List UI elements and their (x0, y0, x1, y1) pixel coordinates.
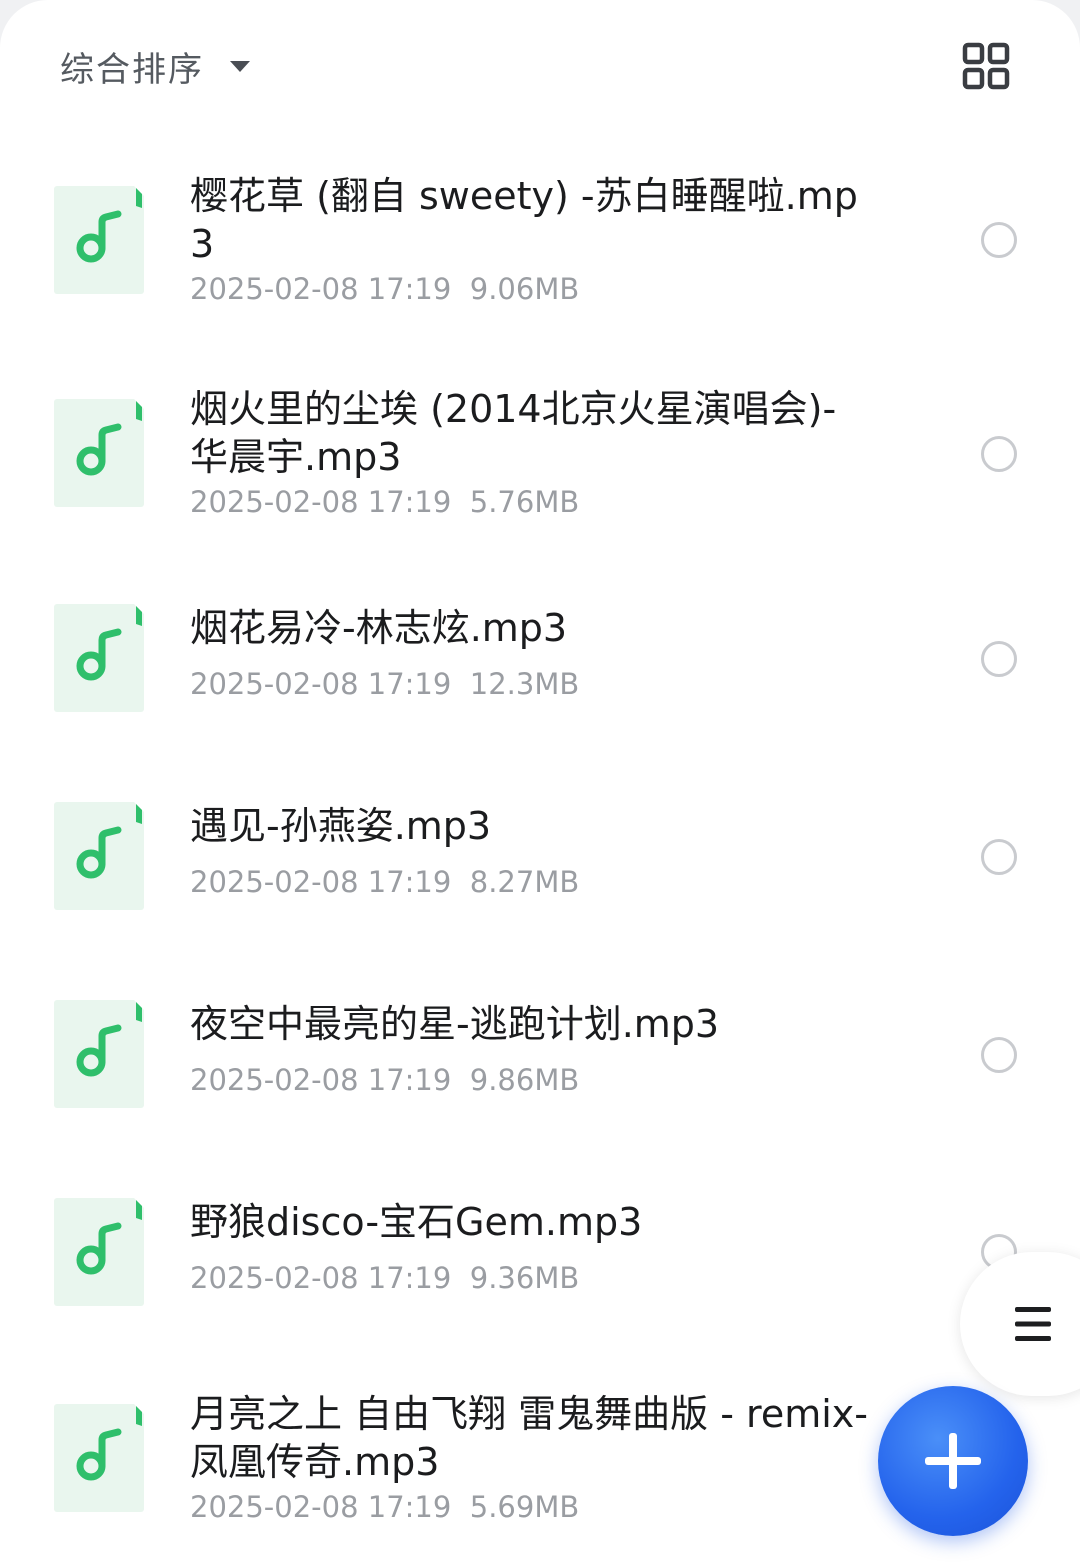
music-file-icon (54, 1000, 144, 1108)
meta-spacer (451, 1490, 469, 1524)
file-date: 2025-02-08 17:19 (190, 865, 452, 899)
select-radio[interactable] (981, 641, 1017, 677)
file-name: 夜空中最亮的星-逃跑计划.mp3 (190, 1002, 720, 1046)
add-file-button[interactable] (878, 1386, 1028, 1536)
file-size: 5.69MB (469, 1490, 580, 1524)
file-meta: 2025-02-08 17:19 12.3MB (190, 667, 579, 701)
file-date: 2025-02-08 17:19 (190, 667, 452, 701)
music-file-icon (54, 802, 144, 910)
meta-spacer (451, 485, 469, 519)
meta-spacer (451, 667, 469, 701)
file-date: 2025-02-08 17:19 (190, 272, 452, 306)
meta-spacer (451, 865, 469, 899)
select-radio[interactable] (981, 1037, 1017, 1073)
meta-spacer (451, 1063, 469, 1097)
file-name: 遇见-孙燕姿.mp3 (190, 804, 492, 848)
meta-spacer (451, 272, 469, 306)
menu-icon (1015, 1307, 1051, 1341)
music-file-icon (54, 1404, 144, 1512)
file-name: 月亮之上 自由飞翔 雷鬼舞曲版 - remix-凤凰传奇.mp3 (190, 1392, 868, 1484)
file-size: 9.06MB (469, 272, 580, 306)
file-meta: 2025-02-08 17:19 8.27MB (190, 865, 579, 899)
file-date: 2025-02-08 17:19 (190, 1490, 452, 1524)
music-file-icon (54, 604, 144, 712)
file-size: 8.27MB (469, 865, 580, 899)
file-date: 2025-02-08 17:19 (190, 1261, 452, 1295)
grid-view-button[interactable] (960, 40, 1012, 92)
select-radio[interactable] (981, 436, 1017, 472)
grid-view-icon (962, 42, 1010, 90)
file-meta: 2025-02-08 17:19 5.76MB (190, 485, 579, 519)
file-meta: 2025-02-08 17:19 9.36MB (190, 1261, 579, 1295)
sort-dropdown[interactable]: 综合排序 (60, 38, 250, 94)
file-name: 烟火里的尘埃 (2014北京火星演唱会)-华晨宇.mp3 (190, 387, 837, 479)
file-meta: 2025-02-08 17:19 9.06MB (190, 272, 579, 306)
meta-spacer (451, 1261, 469, 1295)
file-meta: 2025-02-08 17:19 5.69MB (190, 1490, 579, 1524)
plus-icon (925, 1433, 981, 1489)
music-file-icon (54, 1198, 144, 1306)
file-size: 12.3MB (469, 667, 580, 701)
file-name: 野狼disco-宝石Gem.mp3 (190, 1200, 643, 1244)
caret-down-icon (230, 60, 250, 72)
music-file-icon (54, 399, 144, 507)
file-browser-sheet: 综合排序 樱花草 (翻自 sweety) -苏白睡醒啦.mp3 2025-02-0… (0, 0, 1080, 1565)
file-date: 2025-02-08 17:19 (190, 485, 452, 519)
file-size: 5.76MB (469, 485, 580, 519)
file-size: 9.36MB (469, 1261, 580, 1295)
file-name: 樱花草 (翻自 sweety) -苏白睡醒啦.mp3 (190, 174, 858, 266)
select-radio[interactable] (981, 839, 1017, 875)
music-file-icon (54, 186, 144, 294)
sort-label: 综合排序 (60, 49, 204, 90)
side-menu-button[interactable] (960, 1252, 1080, 1396)
file-meta: 2025-02-08 17:19 9.86MB (190, 1063, 579, 1097)
select-radio[interactable] (981, 222, 1017, 258)
file-name: 烟花易冷-林志炫.mp3 (190, 606, 568, 650)
file-date: 2025-02-08 17:19 (190, 1063, 452, 1097)
file-size: 9.86MB (469, 1063, 580, 1097)
